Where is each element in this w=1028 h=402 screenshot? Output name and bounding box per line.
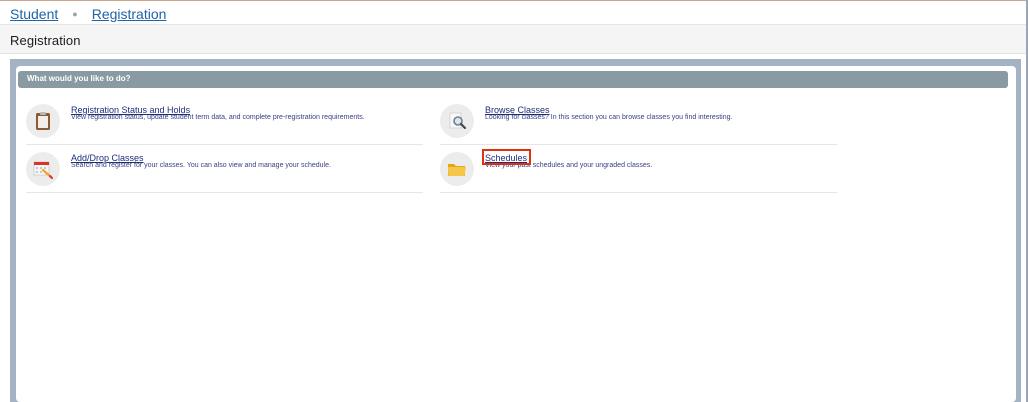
browse-classes-description: Looking for classes? In this section you… xyxy=(485,114,733,121)
magnifier-icon xyxy=(440,104,474,138)
folder-icon xyxy=(440,152,474,186)
top-border xyxy=(0,0,1028,1)
panel-header-title: What would you like to do? xyxy=(27,74,131,83)
breadcrumb-registration-link[interactable]: Registration xyxy=(92,6,167,22)
registration-status-description: View registration status, update student… xyxy=(71,114,365,121)
add-drop-classes-description: Search and register for your classes. Yo… xyxy=(71,162,331,169)
title-bar: Registration xyxy=(0,24,1026,54)
breadcrumb-student-link[interactable]: Student xyxy=(10,6,58,22)
clipboard-icon xyxy=(26,104,60,138)
action-schedules[interactable]: Schedules View your past schedules and y… xyxy=(440,149,837,193)
breadcrumb-separator: ● xyxy=(72,9,78,19)
page-title: Registration xyxy=(10,33,81,48)
breadcrumb: Student ● Registration xyxy=(10,5,166,23)
action-add-drop-classes[interactable]: Add/Drop Classes Search and register for… xyxy=(26,149,423,193)
panel-header: What would you like to do? xyxy=(18,71,1008,88)
calendar-pencil-icon xyxy=(26,152,60,186)
action-browse-classes[interactable]: Browse Classes Looking for classes? In t… xyxy=(440,101,837,145)
action-registration-status[interactable]: Registration Status and Holds View regis… xyxy=(26,101,423,145)
schedules-description: View your past schedules and your ungrad… xyxy=(485,162,653,169)
